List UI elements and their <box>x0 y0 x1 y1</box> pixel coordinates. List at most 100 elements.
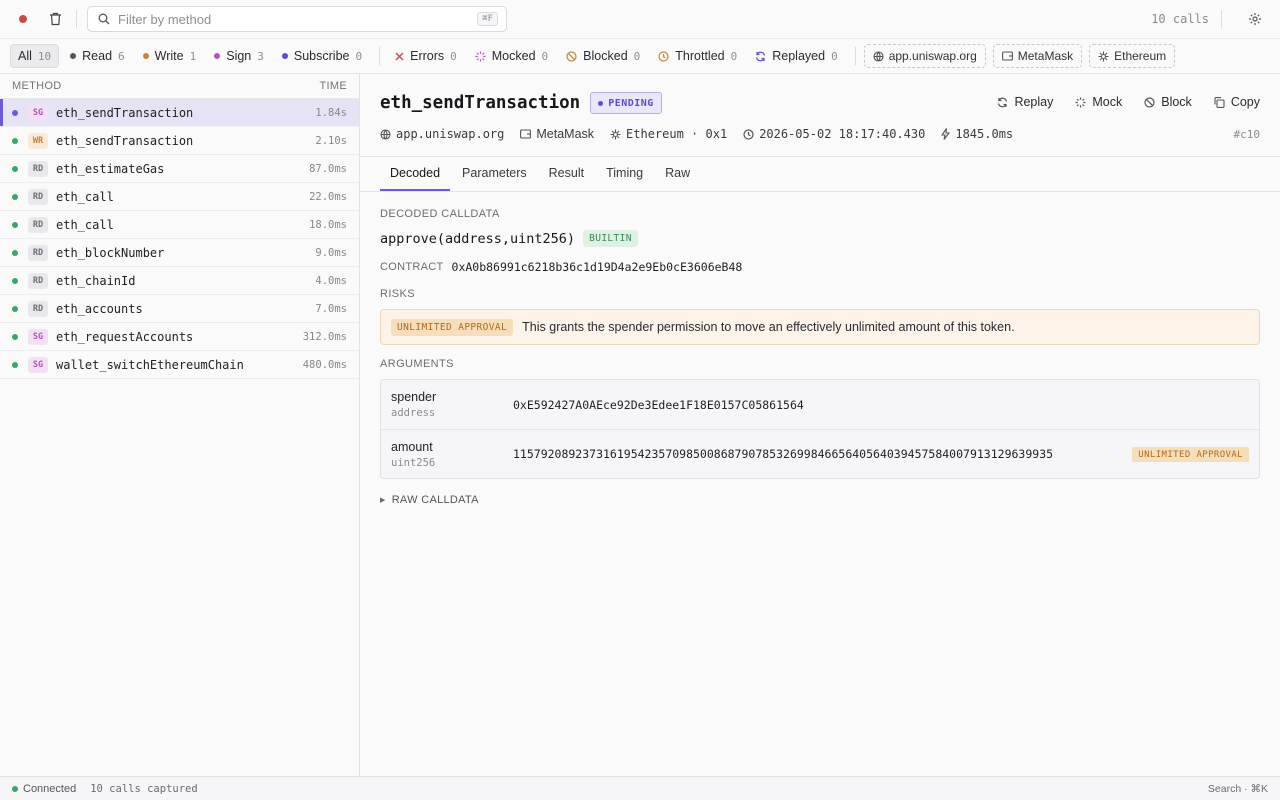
filter-divider <box>854 47 856 65</box>
call-row[interactable]: RD eth_call 22.0ms <box>0 183 359 211</box>
filter-count: 0 <box>633 49 641 63</box>
argument-type: uint256 <box>391 456 436 469</box>
record-button[interactable] <box>14 10 32 28</box>
status-dot-icon <box>12 249 18 256</box>
loader-icon <box>1075 97 1086 107</box>
copy-button[interactable]: Copy <box>1214 95 1260 109</box>
mock-button[interactable]: Mock <box>1075 95 1122 109</box>
argument-risk-badge: UNLIMITED APPROVAL <box>1132 447 1249 462</box>
filter-count: 0 <box>450 49 457 63</box>
filter-blocked[interactable]: Blocked 0 <box>559 44 647 68</box>
call-row[interactable]: RD eth_estimateGas 87.0ms <box>0 155 359 183</box>
filter-sign[interactable]: Sign 3 <box>207 44 271 68</box>
mock-label: Mock <box>1092 95 1123 109</box>
block-label: Block <box>1161 95 1192 109</box>
filter-all[interactable]: All 10 <box>10 44 60 68</box>
call-row[interactable]: WR eth_sendTransaction 2.10s <box>0 127 359 155</box>
block-button[interactable]: Block <box>1144 95 1192 109</box>
contract-address: 0xA0b86991c6218b36c1d19D4a2e9Eb0cE3606eB… <box>451 260 743 274</box>
filter-mocked[interactable]: Mocked 0 <box>468 44 555 68</box>
detail-header: eth_sendTransaction PENDING Replay Mock … <box>360 74 1280 157</box>
meta-duration: 1845.0ms <box>941 127 1013 141</box>
filter-search[interactable]: ⌘F <box>87 6 507 32</box>
column-method[interactable]: METHOD <box>12 80 61 92</box>
filter-replayed[interactable]: Replayed 0 <box>748 44 844 68</box>
method-name: eth_blockNumber <box>56 245 165 260</box>
method-type-badge: RD <box>28 188 48 205</box>
filter-divider <box>379 47 381 65</box>
method-type-badge: RD <box>28 272 48 289</box>
wallet-label: MetaMask <box>1017 49 1074 63</box>
filter-errors[interactable]: Errors 0 <box>388 44 464 68</box>
tab-result[interactable]: Result <box>539 156 594 191</box>
filter-subscribe[interactable]: Subscribe 0 <box>275 44 369 68</box>
filter-label: Subscribe <box>293 49 350 63</box>
method-type-badge: RD <box>28 216 48 233</box>
call-row[interactable]: RD eth_chainId 4.0ms <box>0 267 359 295</box>
filter-label: Read <box>82 49 113 63</box>
method-name: eth_accounts <box>56 301 143 316</box>
argument-row: spender address 0xE592427A0AEce92De3Edee… <box>381 380 1259 429</box>
method-type-badge: RD <box>28 300 48 317</box>
method-type-badge: WR <box>28 132 48 149</box>
call-row[interactable]: SG eth_sendTransaction 1.84s <box>0 99 359 127</box>
call-row[interactable]: RD eth_call 18.0ms <box>0 211 359 239</box>
decoded-content: DECODED CALLDATA approve(address,uint256… <box>360 192 1280 506</box>
tab-timing[interactable]: Timing <box>596 156 653 191</box>
detail-meta: app.uniswap.org MetaMask Ethereum · 0x1 … <box>380 127 1260 141</box>
status-dot-icon <box>12 361 18 368</box>
meta-wallet-label: MetaMask <box>536 127 595 141</box>
origin-filter[interactable]: app.uniswap.org <box>863 44 986 68</box>
method-name: eth_estimateGas <box>56 161 165 176</box>
call-row[interactable]: SG eth_requestAccounts 312.0ms <box>0 323 359 351</box>
raw-calldata-toggle[interactable]: ▶ RAW CALLDATA <box>380 494 1260 506</box>
captured-count: 10 calls captured <box>90 782 198 795</box>
copy-label: Copy <box>1230 95 1260 109</box>
tab-parameters[interactable]: Parameters <box>452 156 537 191</box>
method-type-badge: SG <box>28 328 48 345</box>
wallet-icon <box>1001 51 1013 61</box>
meta-origin-label: app.uniswap.org <box>396 127 505 141</box>
decoded-calldata-heading: DECODED CALLDATA <box>380 208 500 220</box>
call-duration: 312.0ms <box>302 330 347 343</box>
call-id: #c10 <box>1233 127 1261 141</box>
settings-button[interactable] <box>1244 8 1266 30</box>
call-row[interactable]: RD eth_blockNumber 9.0ms <box>0 239 359 267</box>
call-row[interactable]: RD eth_accounts 7.0ms <box>0 295 359 323</box>
toolbar: ⌘F 10 calls <box>0 0 1280 39</box>
sign-dot-icon <box>214 53 221 59</box>
replay-button[interactable]: Replay <box>997 95 1053 109</box>
column-time[interactable]: TIME <box>320 80 347 92</box>
call-duration: 22.0ms <box>309 190 347 203</box>
call-duration: 2.10s <box>315 134 347 147</box>
filter-input[interactable] <box>118 11 478 27</box>
network-filter[interactable]: Ethereum <box>1089 44 1176 68</box>
network-icon <box>1098 51 1109 61</box>
clear-button[interactable] <box>44 8 66 30</box>
refresh-icon <box>998 97 1008 107</box>
call-row[interactable]: SG wallet_switchEthereumChain 480.0ms <box>0 351 359 379</box>
status-badge: PENDING <box>590 92 662 114</box>
origin-label: app.uniswap.org <box>888 49 977 63</box>
connection-dot-icon <box>12 785 18 792</box>
record-icon <box>19 15 27 23</box>
filter-write[interactable]: Write 1 <box>136 44 204 68</box>
call-duration: 18.0ms <box>309 218 347 231</box>
builtin-badge: BUILTIN <box>583 230 638 247</box>
call-duration: 7.0ms <box>315 302 347 315</box>
tab-decoded[interactable]: Decoded <box>380 156 451 191</box>
wallet-filter[interactable]: MetaMask <box>992 44 1083 68</box>
write-dot-icon <box>142 53 149 59</box>
filter-count: 1 <box>189 49 197 63</box>
meta-timestamp-label: 2026-05-02 18:17:40.430 <box>759 127 926 141</box>
risk-alert: UNLIMITED APPROVAL This grants the spend… <box>380 309 1260 345</box>
status-dot-icon <box>12 137 18 144</box>
status-dot-icon <box>12 333 18 340</box>
contract-row: CONTRACT 0xA0b86991c6218b36c1d19D4a2e9Eb… <box>380 260 1260 274</box>
detail-actions: Replay Mock Block Copy <box>975 95 1260 109</box>
filter-read[interactable]: Read 6 <box>63 44 132 68</box>
toolbar-divider <box>1221 10 1222 28</box>
block-icon <box>1144 96 1155 108</box>
filter-throttled[interactable]: Throttled 0 <box>651 44 744 68</box>
tab-raw[interactable]: Raw <box>655 156 700 191</box>
